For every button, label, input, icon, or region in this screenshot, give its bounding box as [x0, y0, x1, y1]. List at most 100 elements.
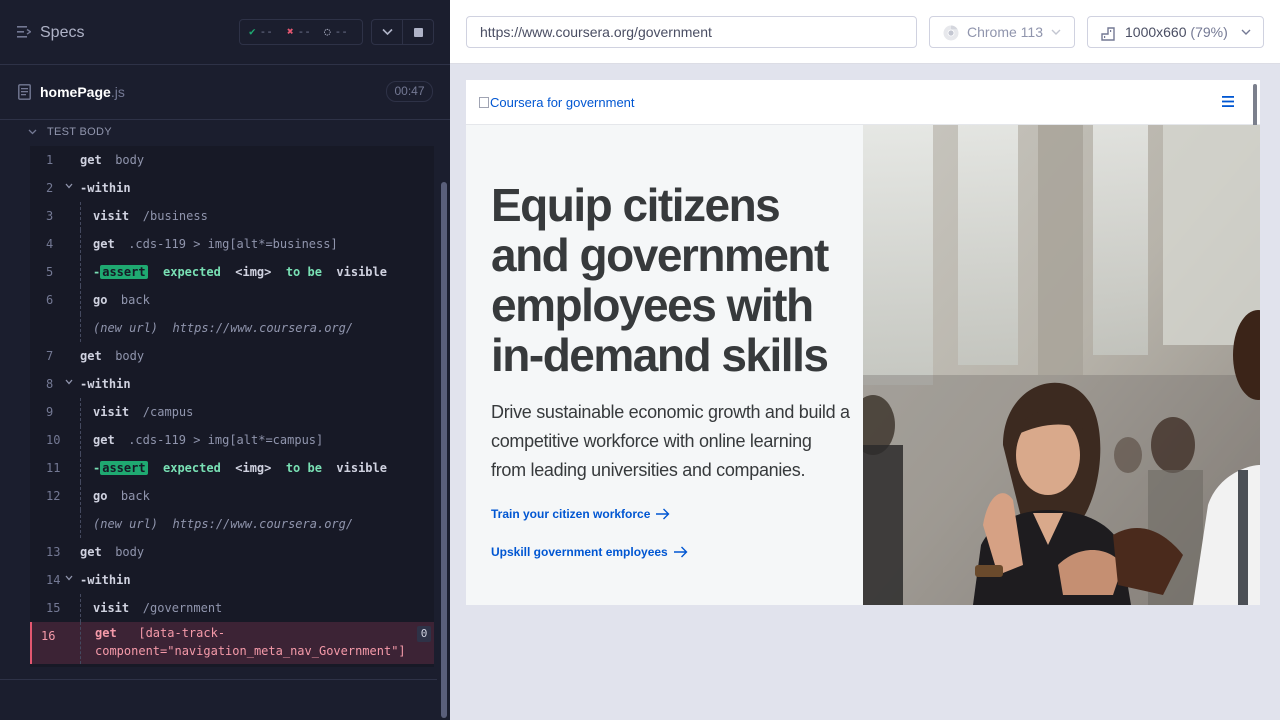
command-name: visit — [93, 601, 130, 615]
command-row[interactable]: 15 visit/government — [30, 594, 434, 622]
command-row[interactable]: 5 - assert expected <img> to be visible — [30, 258, 434, 286]
browser-label: Chrome 113 — [967, 24, 1044, 40]
nesting-guide — [80, 230, 81, 258]
train-citizen-link[interactable]: Train your citizen workforce — [491, 507, 670, 521]
command-number: 9 — [46, 405, 54, 419]
nesting-guide — [80, 398, 81, 426]
chevron-down-icon — [1241, 29, 1251, 35]
command-message: back — [120, 489, 150, 503]
command-message: back — [120, 293, 150, 307]
command-number: 11 — [46, 461, 61, 475]
command-number: 6 — [46, 293, 54, 307]
command-name: go — [93, 293, 108, 307]
arrow-right-icon — [656, 508, 670, 520]
command-row[interactable]: 7 get body — [30, 342, 434, 370]
command-row[interactable]: 1 get body — [30, 146, 434, 174]
duration-badge: 00:47 — [386, 81, 433, 102]
command-name: get — [80, 545, 102, 559]
viewport-size: 1000x660 — [1125, 24, 1187, 40]
command-row[interactable]: (new url) https://www.coursera.org/ — [30, 314, 434, 342]
failed-stat: ✖ -- — [287, 25, 311, 38]
command-name: -within — [80, 377, 131, 391]
command-number: 4 — [46, 237, 54, 251]
command-name: visit — [93, 405, 130, 419]
command-row[interactable]: 11 - assert expected <img> to be visible — [30, 454, 434, 482]
command-number: 3 — [46, 209, 54, 223]
command-row[interactable]: 13 get body — [30, 538, 434, 566]
command-number: 16 — [41, 629, 56, 643]
x-icon: ✖ — [287, 25, 294, 38]
command-row[interactable]: 3 visit/business — [30, 202, 434, 230]
stop-button[interactable] — [402, 19, 434, 45]
specs-title[interactable]: Specs — [40, 24, 84, 42]
command-number: 8 — [46, 377, 54, 391]
command-row[interactable]: 2 -within — [30, 174, 434, 202]
command-message: /government — [142, 601, 223, 615]
nesting-guide — [80, 510, 81, 538]
chevron-down-icon — [382, 28, 393, 36]
test-stats: ✔ -- ✖ -- ◌ -- — [239, 19, 363, 45]
nesting-guide — [80, 286, 81, 314]
command-row[interactable]: 14 -within — [30, 566, 434, 594]
command-row[interactable]: 9 visit/campus — [30, 398, 434, 426]
site-logo[interactable]: Coursera for government — [479, 95, 635, 110]
command-message: /business — [142, 209, 208, 223]
command-number: 2 — [46, 181, 54, 195]
specs-list-icon[interactable] — [17, 26, 31, 38]
chevron-down-icon[interactable] — [65, 379, 73, 385]
viewport-selector[interactable]: 1000x660 (79%) — [1087, 16, 1264, 48]
document-icon — [18, 84, 31, 100]
chevron-down-icon[interactable] — [65, 575, 73, 581]
check-icon: ✔ — [249, 25, 256, 38]
hero-subtitle: Drive sustainable economic growth and bu… — [491, 402, 850, 480]
command-message: body — [115, 153, 145, 167]
command-row[interactable]: 6 go back — [30, 286, 434, 314]
stop-icon — [414, 28, 423, 37]
command-row[interactable]: 8 -within — [30, 370, 434, 398]
command-message-line: component="navigation_meta_nav_Governmen… — [95, 644, 406, 658]
command-number: 14 — [46, 573, 61, 587]
command-name: get — [93, 433, 115, 447]
divider — [0, 679, 437, 680]
command-row-active[interactable]: 16 get [data-track- component="navigation… — [30, 622, 434, 664]
nesting-guide — [80, 454, 81, 482]
hero-image — [863, 125, 1260, 605]
command-row[interactable]: 10 get .cds-119 > img[alt*=campus] — [30, 426, 434, 454]
test-body-header[interactable]: TEST BODY — [28, 126, 112, 138]
command-name: -within — [80, 573, 131, 587]
arrow-right-icon — [673, 546, 688, 558]
options-dropdown-button[interactable] — [371, 19, 403, 45]
chevron-down-icon — [28, 129, 37, 135]
chevron-down-icon[interactable] — [65, 183, 73, 189]
command-message: [data-track- component="navigation_meta_… — [95, 624, 406, 660]
command-number: 5 — [46, 265, 54, 279]
spinner-icon: ◌ — [324, 25, 331, 38]
command-row[interactable]: 12 go back — [30, 482, 434, 510]
new-url-event: (new url) https://www.coursera.org/ — [93, 517, 354, 531]
command-row[interactable]: (new url) https://www.coursera.org/ — [30, 510, 434, 538]
browser-selector[interactable]: Chrome 113 — [929, 16, 1075, 48]
command-list: 1 get body 2 -within 3 visit/business 4 get .cds-… — [30, 146, 434, 667]
command-row[interactable]: 4 get .cds-119 > img[alt*=business] — [30, 230, 434, 258]
assert-message: expected <img> to be visible — [163, 461, 387, 475]
hamburger-menu-icon[interactable] — [1222, 96, 1234, 107]
broken-image-icon — [479, 97, 489, 108]
zoom-level: (79%) — [1190, 24, 1228, 40]
assert-message: expected <img> to be visible — [163, 265, 387, 279]
element-count-badge: 0 — [417, 626, 431, 642]
upskill-employees-link[interactable]: Upskill government employees — [491, 545, 688, 559]
chrome-icon — [943, 25, 959, 41]
nesting-guide — [80, 594, 81, 622]
command-log-panel: Specs ✔ -- ✖ -- ◌ -- homePage.js 00:47 TEST… — [0, 0, 450, 720]
command-message: body — [115, 349, 145, 363]
url-bar[interactable]: https://www.coursera.org/government — [466, 16, 917, 48]
command-number: 12 — [46, 489, 61, 503]
scrollbar-thumb[interactable] — [441, 182, 447, 718]
nesting-guide — [80, 482, 81, 510]
command-number: 10 — [46, 433, 61, 447]
command-name: go — [93, 489, 108, 503]
pending-stat: ◌ -- — [324, 25, 348, 38]
command-name: get — [93, 237, 115, 251]
spec-file-name[interactable]: homePage.js — [40, 84, 125, 100]
command-number: 15 — [46, 601, 61, 615]
